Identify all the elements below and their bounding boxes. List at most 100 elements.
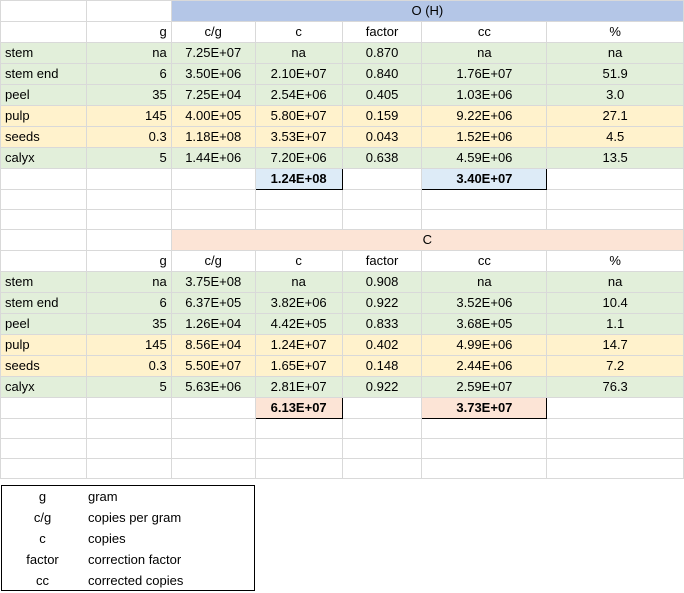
row-label[interactable]: stem end — [0, 63, 87, 85]
empty-cell[interactable] — [85, 229, 172, 251]
empty-cell[interactable] — [170, 438, 256, 459]
empty-cell[interactable] — [546, 458, 684, 479]
row-label[interactable]: calyx — [0, 376, 87, 398]
grams-cell[interactable]: 35 — [85, 84, 172, 106]
empty-cell[interactable] — [0, 189, 87, 210]
empty-cell[interactable] — [85, 168, 172, 190]
empty-cell[interactable] — [85, 438, 172, 459]
copies-cell[interactable]: 3.82E+06 — [254, 292, 343, 314]
grams-cell[interactable]: 0.3 — [85, 355, 172, 377]
section-title[interactable]: C — [170, 229, 684, 251]
percent-cell[interactable]: 14.7 — [546, 334, 684, 356]
copies-per-gram-cell[interactable]: 6.37E+05 — [170, 292, 256, 314]
empty-cell[interactable] — [85, 458, 172, 479]
grams-cell[interactable]: 35 — [85, 313, 172, 335]
column-header[interactable]: factor — [341, 21, 423, 43]
factor-cell[interactable]: 0.638 — [341, 147, 423, 169]
grams-cell[interactable]: na — [85, 42, 172, 64]
column-header[interactable]: g — [85, 21, 172, 43]
empty-cell[interactable] — [170, 397, 256, 419]
total-corrected-copies-cell[interactable]: 3.40E+07 — [421, 168, 548, 190]
copies-cell[interactable]: 1.24E+07 — [254, 334, 343, 356]
column-header[interactable]: cc — [421, 250, 548, 272]
percent-cell[interactable]: 51.9 — [546, 63, 684, 85]
total-corrected-copies-cell[interactable]: 3.73E+07 — [421, 397, 548, 419]
copies-cell[interactable]: 2.54E+06 — [254, 84, 343, 106]
corrected-copies-cell[interactable]: 2.44E+06 — [421, 355, 548, 377]
empty-cell[interactable] — [170, 418, 256, 439]
corrected-copies-cell[interactable]: 3.52E+06 — [421, 292, 548, 314]
copies-cell[interactable]: na — [254, 42, 343, 64]
percent-cell[interactable]: na — [546, 271, 684, 293]
grams-cell[interactable]: 5 — [85, 376, 172, 398]
copies-cell[interactable]: 4.42E+05 — [254, 313, 343, 335]
percent-cell[interactable]: 1.1 — [546, 313, 684, 335]
copies-cell[interactable]: na — [254, 271, 343, 293]
column-header[interactable]: % — [546, 250, 684, 272]
empty-cell[interactable] — [341, 209, 423, 230]
empty-cell[interactable] — [170, 168, 256, 190]
empty-cell[interactable] — [0, 438, 87, 459]
copies-per-gram-cell[interactable]: 1.18E+08 — [170, 126, 256, 148]
factor-cell[interactable]: 0.148 — [341, 355, 423, 377]
corrected-copies-cell[interactable]: 3.68E+05 — [421, 313, 548, 335]
empty-cell[interactable] — [0, 229, 87, 251]
empty-cell[interactable] — [170, 458, 256, 479]
empty-cell[interactable] — [421, 438, 548, 459]
row-label[interactable]: stem — [0, 42, 87, 64]
empty-cell[interactable] — [341, 397, 423, 419]
column-header[interactable]: % — [546, 21, 684, 43]
copies-cell[interactable]: 1.65E+07 — [254, 355, 343, 377]
empty-cell[interactable] — [546, 168, 684, 190]
empty-cell[interactable] — [254, 209, 343, 230]
grams-cell[interactable]: na — [85, 271, 172, 293]
factor-cell[interactable]: 0.922 — [341, 292, 423, 314]
empty-cell[interactable] — [85, 209, 172, 230]
copies-cell[interactable]: 3.53E+07 — [254, 126, 343, 148]
empty-cell[interactable] — [546, 209, 684, 230]
percent-cell[interactable]: 3.0 — [546, 84, 684, 106]
column-header[interactable] — [0, 250, 87, 272]
corrected-copies-cell[interactable]: 2.59E+07 — [421, 376, 548, 398]
factor-cell[interactable]: 0.908 — [341, 271, 423, 293]
empty-cell[interactable] — [254, 418, 343, 439]
row-label[interactable]: peel — [0, 313, 87, 335]
percent-cell[interactable]: 7.2 — [546, 355, 684, 377]
factor-cell[interactable]: 0.405 — [341, 84, 423, 106]
copies-cell[interactable]: 7.20E+06 — [254, 147, 343, 169]
column-header[interactable]: c/g — [170, 250, 256, 272]
empty-cell[interactable] — [254, 458, 343, 479]
copies-per-gram-cell[interactable]: 7.25E+04 — [170, 84, 256, 106]
copies-per-gram-cell[interactable]: 1.26E+04 — [170, 313, 256, 335]
empty-cell[interactable] — [0, 397, 87, 419]
percent-cell[interactable]: 4.5 — [546, 126, 684, 148]
column-header[interactable]: c — [254, 250, 343, 272]
empty-cell[interactable] — [0, 209, 87, 230]
percent-cell[interactable]: 76.3 — [546, 376, 684, 398]
column-header[interactable]: cc — [421, 21, 548, 43]
row-label[interactable]: stem end — [0, 292, 87, 314]
empty-cell[interactable] — [85, 189, 172, 210]
factor-cell[interactable]: 0.840 — [341, 63, 423, 85]
percent-cell[interactable]: 27.1 — [546, 105, 684, 127]
copies-per-gram-cell[interactable]: 8.56E+04 — [170, 334, 256, 356]
corrected-copies-cell[interactable]: 1.03E+06 — [421, 84, 548, 106]
empty-cell[interactable] — [254, 438, 343, 459]
factor-cell[interactable]: 0.870 — [341, 42, 423, 64]
row-label[interactable]: seeds — [0, 355, 87, 377]
percent-cell[interactable]: na — [546, 42, 684, 64]
copies-per-gram-cell[interactable]: 5.63E+06 — [170, 376, 256, 398]
empty-cell[interactable] — [421, 458, 548, 479]
factor-cell[interactable]: 0.922 — [341, 376, 423, 398]
empty-cell[interactable] — [546, 418, 684, 439]
empty-cell[interactable] — [341, 438, 423, 459]
row-label[interactable]: peel — [0, 84, 87, 106]
corrected-copies-cell[interactable]: 4.59E+06 — [421, 147, 548, 169]
copies-cell[interactable]: 5.80E+07 — [254, 105, 343, 127]
percent-cell[interactable]: 10.4 — [546, 292, 684, 314]
row-label[interactable]: pulp — [0, 334, 87, 356]
percent-cell[interactable]: 13.5 — [546, 147, 684, 169]
column-header[interactable]: c/g — [170, 21, 256, 43]
empty-cell[interactable] — [546, 189, 684, 210]
row-label[interactable]: pulp — [0, 105, 87, 127]
